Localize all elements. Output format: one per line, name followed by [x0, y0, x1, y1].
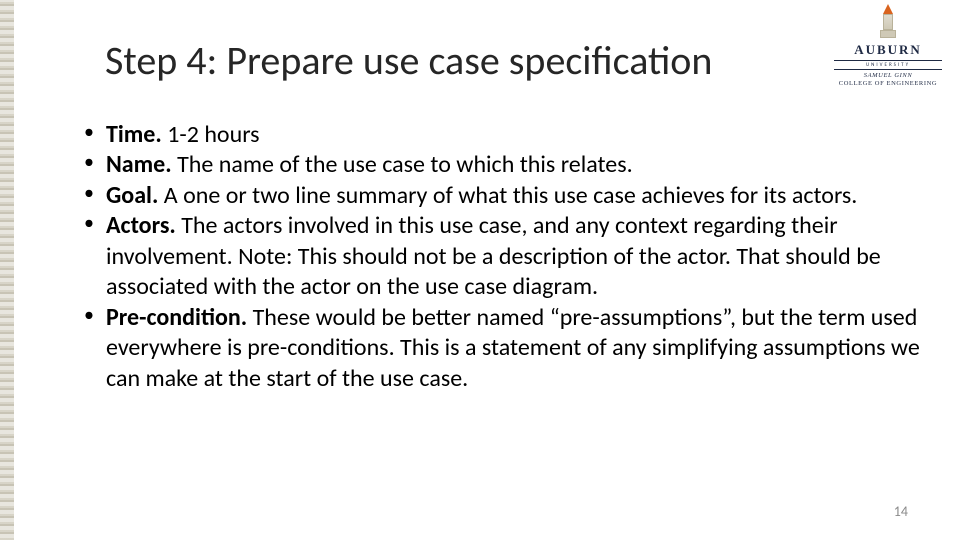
bullet-text: The actors involved in this use case, an…	[106, 211, 881, 301]
left-accent-bar	[0, 0, 14, 540]
list-item: Actors. The actors involved in this use …	[78, 211, 920, 302]
list-item: Name. The name of the use case to which …	[78, 150, 920, 180]
bullet-label: Time.	[106, 120, 162, 149]
list-item: Pre-condition. These would be better nam…	[78, 303, 920, 394]
logo-college: SAMUEL GINN COLLEGE OF ENGINEERING	[830, 72, 946, 88]
slide: Step 4: Prepare use case specification A…	[0, 0, 960, 540]
logo-college-line2: COLLEGE OF ENGINEERING	[839, 80, 937, 87]
logo-word: AUBURN	[830, 42, 946, 58]
bullet-text: 1-2 hours	[162, 120, 260, 149]
page-number: 14	[894, 503, 908, 520]
slide-title: Step 4: Prepare use case specification	[105, 36, 712, 85]
logo-subtitle: UNIVERSITY	[834, 60, 942, 70]
tower-icon	[878, 4, 898, 40]
list-item: Goal. A one or two line summary of what …	[78, 181, 920, 211]
bullet-label: Goal.	[106, 181, 158, 210]
logo-college-line1: SAMUEL GINN	[864, 72, 913, 79]
bullet-list: Time. 1-2 hours Name. The name of the us…	[78, 120, 920, 394]
bullet-label: Actors.	[106, 211, 176, 240]
content-area: Time. 1-2 hours Name. The name of the us…	[78, 120, 920, 394]
bullet-label: Pre-condition.	[106, 303, 247, 332]
auburn-logo: AUBURN UNIVERSITY SAMUEL GINN COLLEGE OF…	[830, 4, 946, 88]
list-item: Time. 1-2 hours	[78, 120, 920, 150]
bullet-text: A one or two line summary of what this u…	[158, 181, 857, 210]
bullet-label: Name.	[106, 150, 172, 179]
bullet-text: The name of the use case to which this r…	[172, 150, 633, 179]
